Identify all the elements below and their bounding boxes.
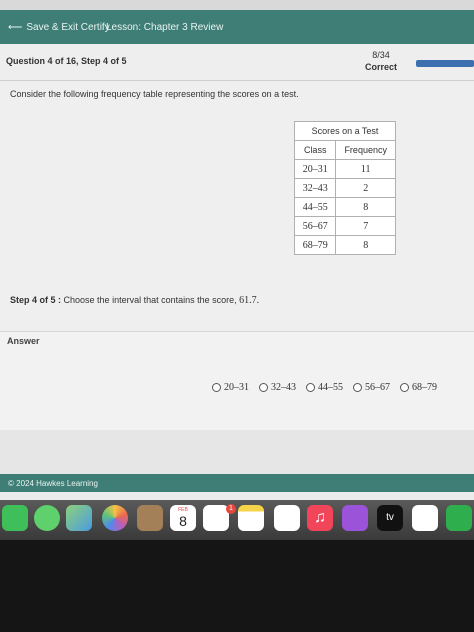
spacer-panel — [0, 430, 474, 474]
table-cell: 7 — [335, 216, 396, 236]
frequency-table: Scores on a Test Class Frequency 20–31 1… — [293, 121, 396, 255]
table-header-frequency: Frequency — [335, 140, 396, 160]
option-label: 56–67 — [365, 382, 390, 393]
lesson-title: Lesson: Chapter 3 Review — [106, 22, 224, 33]
tv-icon[interactable]: tv — [377, 505, 403, 531]
step-label: Step 4 of 5 : — [10, 295, 62, 305]
answer-label: Answer — [7, 336, 40, 346]
option-label: 20–31 — [224, 382, 249, 393]
freeform-icon[interactable] — [274, 505, 300, 531]
table-cell: 20–31 — [293, 159, 337, 179]
tv-label: tv — [386, 512, 394, 523]
radio-button[interactable] — [400, 383, 409, 392]
option-44-55[interactable]: 44–55 — [306, 382, 343, 393]
photos-icon[interactable] — [102, 505, 128, 531]
music-icon[interactable]: ♫ — [307, 505, 333, 531]
table-cell: 56–67 — [293, 216, 337, 236]
table-row: 44–55 8 — [293, 197, 396, 217]
step-text: Choose the interval that contains the sc… — [63, 295, 237, 305]
question-info: Question 4 of 16, Step 4 of 5 — [6, 56, 127, 66]
option-56-67[interactable]: 56–67 — [353, 382, 390, 393]
desk-background — [0, 540, 474, 632]
option-label: 44–55 — [318, 382, 343, 393]
table-cell: 8 — [335, 235, 396, 255]
table-header-class: Class — [293, 140, 337, 160]
step-instruction: Step 4 of 5 : Choose the interval that c… — [10, 295, 259, 306]
option-32-43[interactable]: 32–43 — [259, 382, 296, 393]
reminders-badge: 1 — [226, 504, 236, 514]
footer: © 2024 Hawkes Learning — [0, 474, 474, 492]
browser-strip — [0, 0, 474, 10]
table-cell: 8 — [335, 197, 396, 217]
radio-button[interactable] — [353, 383, 362, 392]
table-row: 20–31 11 — [293, 159, 396, 179]
score-status: Correct — [364, 62, 397, 72]
radio-button[interactable] — [306, 383, 315, 392]
table-caption: Scores on a Test — [294, 121, 396, 141]
score-value: 8/34 — [372, 50, 390, 60]
table-row: 68–79 8 — [293, 235, 396, 255]
news-icon[interactable] — [412, 505, 438, 531]
table-cell: 2 — [335, 178, 396, 198]
progress-bar — [416, 60, 474, 67]
answer-options: 20–31 32–43 44–55 56–67 68–79 — [212, 382, 437, 393]
option-68-79[interactable]: 68–79 — [400, 382, 437, 393]
calendar-icon[interactable]: FEB 8 — [170, 505, 196, 531]
contacts-icon[interactable] — [137, 505, 163, 531]
question-bar: Question 4 of 16, Step 4 of 5 8/34 Corre… — [0, 44, 474, 81]
save-exit-label: Save & Exit Certify — [26, 22, 110, 33]
score-display: 8/34 Correct — [360, 49, 402, 73]
messages-icon[interactable] — [34, 505, 60, 531]
radio-button[interactable] — [259, 383, 268, 392]
maps-icon[interactable] — [66, 505, 92, 531]
notes-icon[interactable] — [238, 505, 264, 531]
answer-area: Answer 20–31 32–43 44–55 56–67 68–79 — [0, 331, 474, 430]
option-label: 32–43 — [271, 382, 296, 393]
radio-button[interactable] — [212, 383, 221, 392]
problem-prompt: Consider the following frequency table r… — [10, 89, 299, 99]
table-row: 32–43 2 — [293, 178, 396, 198]
table-cell: 68–79 — [293, 235, 337, 255]
option-20-31[interactable]: 20–31 — [212, 382, 249, 393]
podcasts-icon[interactable] — [342, 505, 368, 531]
top-header: ⟵ Save & Exit Certify Lesson: Chapter 3 … — [0, 10, 474, 44]
option-label: 68–79 — [412, 382, 437, 393]
copyright-text: © 2024 Hawkes Learning — [8, 479, 98, 488]
save-exit-button[interactable]: ⟵ Save & Exit Certify — [8, 22, 110, 33]
app-screen: ⟵ Save & Exit Certify Lesson: Chapter 3 … — [0, 0, 474, 500]
numbers-icon[interactable] — [446, 505, 472, 531]
arrow-left-icon: ⟵ — [8, 22, 23, 33]
facetime-icon[interactable] — [2, 505, 28, 531]
calendar-day: 8 — [179, 513, 187, 529]
table-row: 56–67 7 — [293, 216, 396, 236]
table-cell: 32–43 — [293, 178, 337, 198]
table-cell: 11 — [335, 159, 396, 179]
table-cell: 44–55 — [293, 197, 337, 217]
problem-area: Consider the following frequency table r… — [0, 81, 474, 331]
step-value: 61.7. — [239, 295, 260, 306]
